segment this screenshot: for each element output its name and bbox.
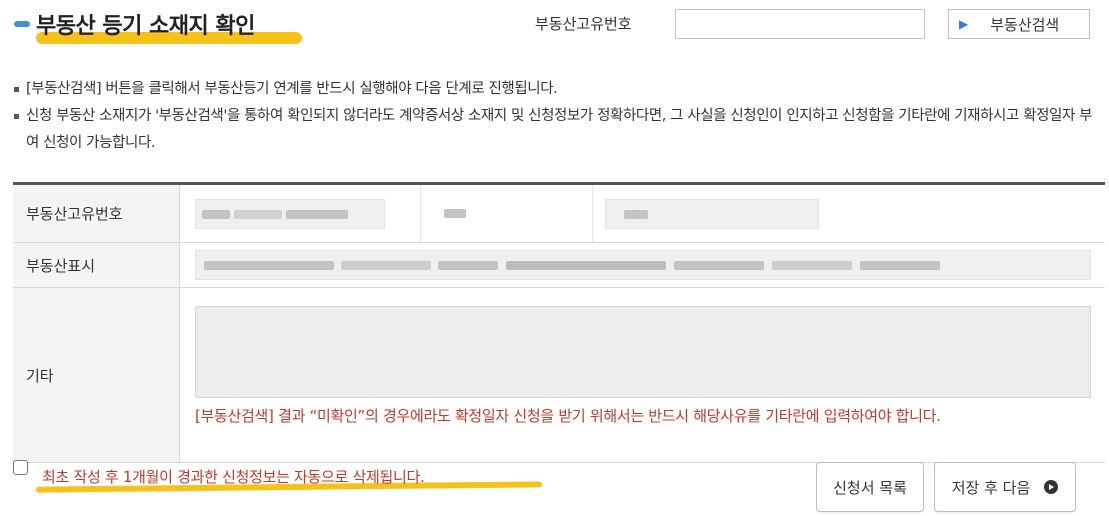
- row-display: 부동산표시: [13, 243, 1105, 288]
- uid-header: 부동산고유번호: [13, 185, 180, 242]
- uid-part3-masked: [605, 199, 819, 229]
- save-next-button[interactable]: 저장 후 다음: [934, 462, 1076, 512]
- delete-notice: 최초 작성 후 1개월이 경과한 신청정보는 자동으로 삭제됩니다.: [42, 468, 425, 486]
- note-item: [부동산검색] 버튼을 클릭해서 부동산등기 연계를 반드시 실행해야 다음 단…: [14, 76, 1104, 103]
- agree-checkbox[interactable]: [13, 460, 28, 475]
- notes: [부동산검색] 버튼을 클릭해서 부동산등기 연계를 반드시 실행해야 다음 단…: [14, 76, 1104, 157]
- display-header: 부동산표시: [13, 243, 180, 287]
- title-dash-icon: [14, 21, 30, 27]
- uid-label: 부동산고유번호: [535, 15, 632, 33]
- etc-cell: [부동산검색] 결과 “미확인”의 경우에라도 확정일자 신청을 받기 위해서는…: [180, 288, 1105, 462]
- application-list-label: 신청서 목록: [833, 478, 907, 497]
- etc-textarea[interactable]: [195, 306, 1091, 398]
- etc-header: 기타: [13, 288, 180, 462]
- save-next-label: 저장 후 다음: [951, 478, 1031, 497]
- application-list-button[interactable]: 신청서 목록: [816, 462, 924, 512]
- etc-warning: [부동산검색] 결과 “미확인”의 경우에라도 확정일자 신청을 받기 위해서는…: [195, 407, 941, 425]
- row-etc: 기타 [부동산검색] 결과 “미확인”의 경우에라도 확정일자 신청을 받기 위…: [13, 288, 1105, 463]
- page-title: 부동산 등기 소재지 확인: [36, 14, 255, 39]
- bullet-icon: [14, 87, 19, 92]
- circle-arrow-right-icon: [1044, 480, 1059, 494]
- bullet-icon: [14, 114, 19, 119]
- property-form-table: 부동산고유번호 부동산표시 기타 [부동산검색] 결과 “미확인”의 경우에라도…: [13, 182, 1105, 463]
- uid-cell: [180, 185, 1105, 243]
- uid-value-masked: [195, 199, 385, 229]
- property-search-button[interactable]: ▶ 부동산검색: [948, 9, 1090, 39]
- uid-part2-masked: [422, 199, 592, 229]
- note-item: 신청 부동산 소재지가 '부동산검색'을 통하여 확인되지 않더라도 계약증서상…: [14, 103, 1104, 157]
- display-cell: [180, 243, 1105, 287]
- chevron-right-icon: ▶: [959, 17, 969, 31]
- note-text: [부동산검색] 버튼을 클릭해서 부동산등기 연계를 반드시 실행해야 다음 단…: [26, 81, 558, 97]
- property-search-label: 부동산검색: [990, 15, 1060, 34]
- uid-input[interactable]: [675, 9, 925, 39]
- row-uid: 부동산고유번호: [13, 185, 1105, 243]
- display-value-masked: [195, 250, 1091, 280]
- note-text: 신청 부동산 소재지가 '부동산검색'을 통하여 확인되지 않더라도 계약증서상…: [26, 108, 1093, 151]
